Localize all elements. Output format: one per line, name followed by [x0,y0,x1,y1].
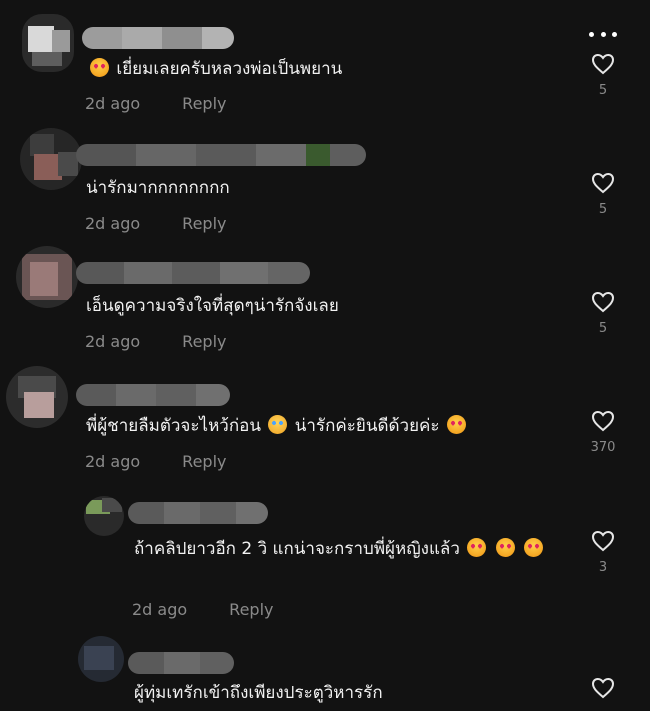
reply-button[interactable]: Reply [182,452,226,471]
like-button[interactable]: 5 [583,291,623,336]
like-button[interactable]: 3 [583,530,623,575]
timestamp: 2d ago [85,94,141,113]
avatar[interactable] [6,366,68,428]
comment-meta: 2d ago Reply [85,332,226,351]
heart-outline-icon [591,530,615,552]
like-button[interactable] [583,677,623,699]
like-button[interactable]: 5 [583,53,623,98]
more-options-button[interactable] [589,28,617,40]
avatar[interactable] [78,636,124,682]
timestamp: 2d ago [85,214,141,233]
comment-meta: 2d ago Reply [85,452,226,471]
reply-button[interactable]: Reply [229,600,273,619]
comment-text: พี่ผู้ชายลืมตัวจะไหว้ก่อน น่ารักค่ะยินดี… [86,414,468,438]
comment-text: ผู้ทุ่มเทรักเข้าถึงเพียงประตูวิหารรัก [134,683,383,703]
comment-text: เอ็นดูความจริงใจที่สุดๆน่ารักจังเลย [86,296,339,316]
username-redacted[interactable] [76,384,230,406]
like-button[interactable]: 5 [583,172,623,217]
grinning-sweat-icon [268,415,288,434]
timestamp: 2d ago [132,600,188,619]
username-redacted[interactable] [76,262,310,284]
heart-outline-icon [591,410,615,432]
avatar[interactable] [84,496,124,536]
smiling-face-with-hearts-icon [446,415,466,434]
heart-outline-icon [591,53,615,75]
username-redacted[interactable] [76,144,366,166]
like-count: 370 [590,440,616,455]
comment-text: เยี่ยมเลยครับหลวงพ่อเป็นพยาน [88,57,342,81]
like-count: 5 [598,321,608,336]
smiling-face-with-hearts-icon [524,538,544,557]
like-count: 5 [598,202,608,217]
avatar[interactable] [20,128,82,190]
username-redacted[interactable] [128,652,234,674]
comment-meta: 2d ago Reply [132,600,273,619]
comment-meta: 2d ago Reply [85,94,226,113]
smiling-face-with-hearts-icon [495,538,515,557]
username-redacted[interactable] [128,502,268,524]
timestamp: 2d ago [85,452,141,471]
reply-button[interactable]: Reply [182,332,226,351]
comment-meta: 2d ago Reply [85,214,226,233]
heart-outline-icon [591,172,615,194]
like-count: 5 [598,83,608,98]
comment-text: ถ้าคลิปยาวอีก 2 วิ แกน่าจะกราบพี่ผู้หญิง… [134,534,564,564]
reply-button[interactable]: Reply [182,214,226,233]
avatar[interactable] [22,14,74,72]
smiling-face-with-hearts-icon [90,58,109,77]
timestamp: 2d ago [85,332,141,351]
heart-outline-icon [591,291,615,313]
like-button[interactable]: 370 [583,410,623,455]
heart-outline-icon [591,677,615,699]
dot-icon [600,31,606,37]
reply-button[interactable]: Reply [182,94,226,113]
dot-icon [612,31,617,37]
comment-text: น่ารักมากกกกกกกก [86,178,230,198]
dot-icon [589,31,594,37]
like-count: 3 [598,560,608,575]
smiling-face-with-hearts-icon [467,538,487,557]
avatar[interactable] [16,246,78,308]
username-redacted[interactable] [82,27,234,49]
